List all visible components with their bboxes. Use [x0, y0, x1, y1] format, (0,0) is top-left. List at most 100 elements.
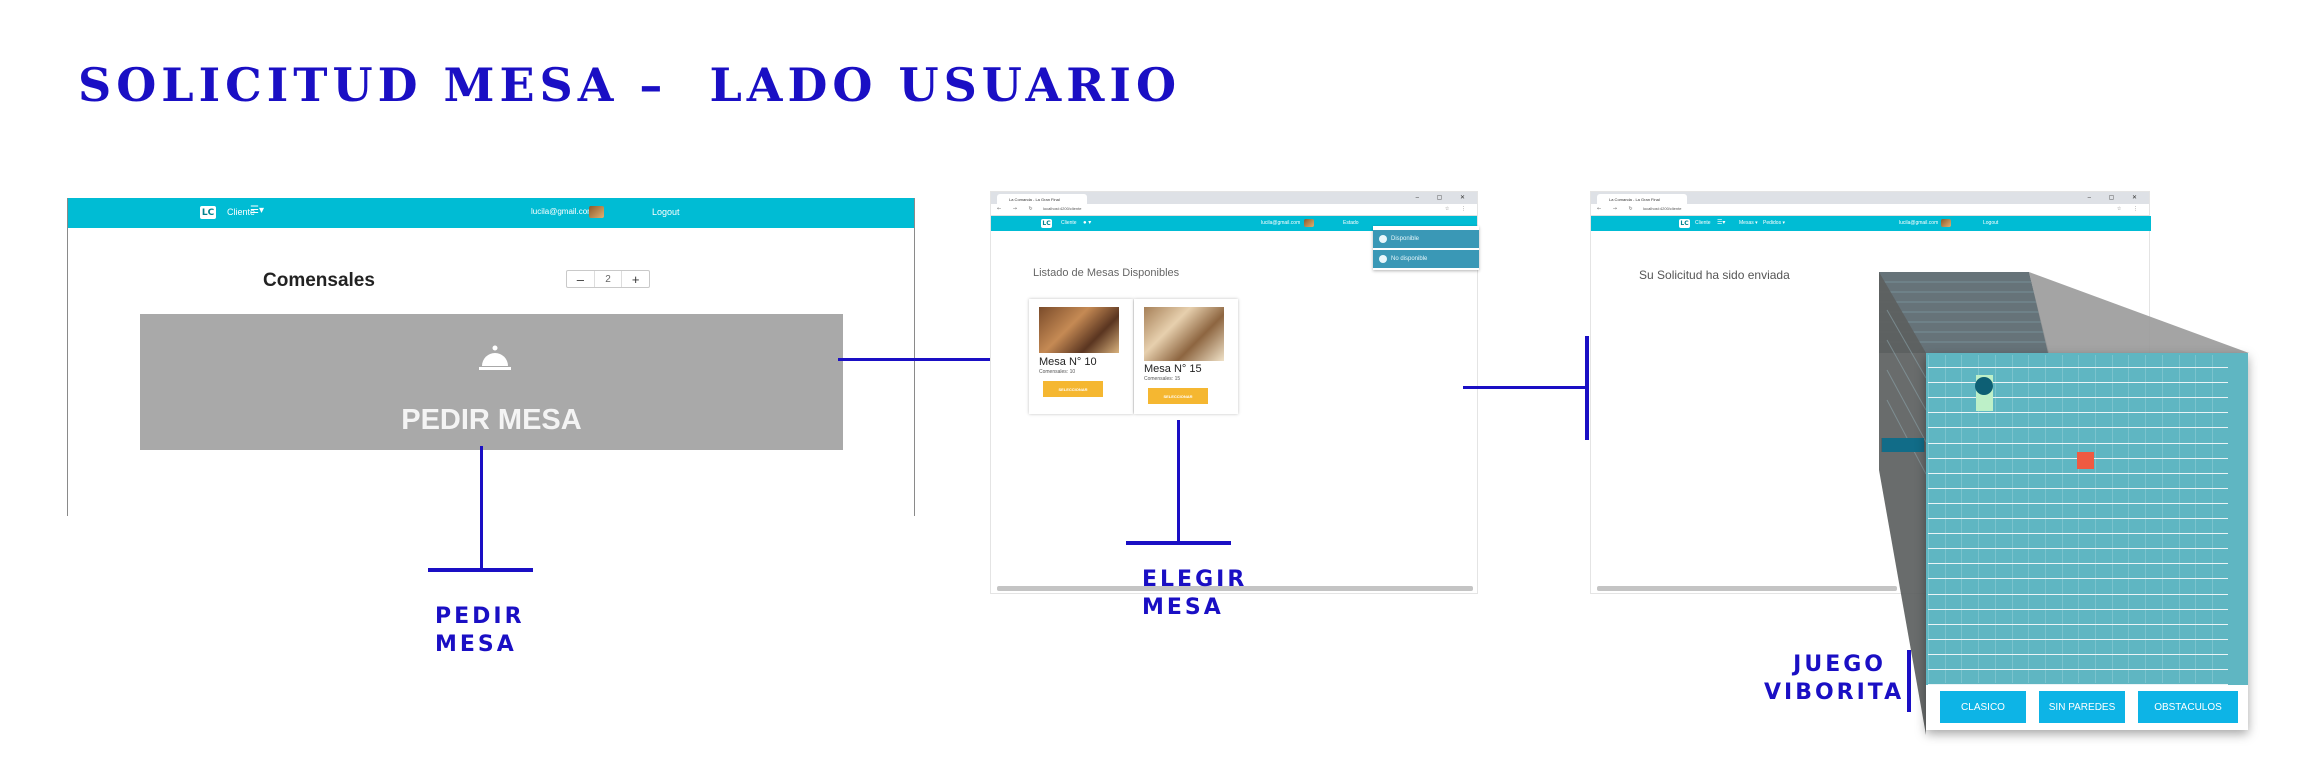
caption-juego-viborita: JUEGO VIBORITA [1764, 651, 1901, 707]
grid-line [2161, 355, 2163, 683]
caption-line-2: MESA [435, 632, 517, 657]
caption-line [1177, 420, 1180, 544]
caption-line [480, 446, 483, 570]
browser-tab[interactable]: La Comanda - La Gran Final [997, 194, 1087, 204]
grid-line [1928, 487, 2228, 489]
grid-line [1928, 355, 1929, 683]
grid-line [1928, 427, 2228, 429]
list-dropdown-icon[interactable]: ☰▾ [1717, 219, 1725, 226]
grid-line [1928, 638, 2228, 640]
comensales-stepper[interactable]: – 2 + [566, 270, 650, 288]
info-icon [1379, 235, 1387, 243]
increment-button[interactable]: + [622, 271, 649, 287]
browser-tab[interactable]: La Comanda - La Gran Final [1597, 194, 1687, 204]
address-row: ← → ↻ localhost:4200/cliente ☆ ⋮ [991, 204, 1477, 216]
grid-line [1928, 684, 2228, 686]
grid-line [1928, 533, 2228, 535]
window-controls[interactable]: – ▢ ✕ [2088, 194, 2145, 201]
grid-line [1928, 669, 2228, 670]
dropdown-item-label: No disponible [1391, 256, 1428, 262]
sin-paredes-button[interactable]: SIN PAREDES [2039, 691, 2125, 723]
window-controls[interactable]: – ▢ ✕ [1416, 194, 1473, 201]
user-email: lucila@gmail.com [1899, 220, 1939, 226]
caption-line-1: JUEGO [1793, 652, 1886, 677]
grid-line [2195, 355, 2197, 683]
decrement-button[interactable]: – [567, 271, 594, 287]
tab-strip: La Comanda - La Gran Final – ▢ ✕ [1591, 192, 2149, 204]
extensions-icon[interactable]: ☆ ⋮ [2117, 206, 2143, 212]
connector-bar [1585, 336, 1589, 440]
nav-estado[interactable]: Estado [1343, 220, 1359, 226]
avatar[interactable] [1304, 219, 1314, 227]
caption-bar [1126, 541, 1231, 545]
horizontal-scrollbar[interactable] [1597, 586, 1897, 591]
comensales-label: Comensales [263, 270, 375, 291]
logout-link[interactable]: Logout [652, 207, 680, 217]
nav-role[interactable]: Cliente [1061, 220, 1077, 226]
obstaculos-button[interactable]: OBSTACULOS [2138, 691, 2238, 723]
address-row: ← → ↻ localhost:4200/cliente ☆ ⋮ [1591, 204, 2149, 216]
game-board[interactable] [1926, 353, 2248, 686]
grid-line [2211, 355, 2213, 683]
solicitud-enviada-message: Su Solicitud ha sido enviada [1639, 268, 1790, 282]
grid-line [2011, 355, 2013, 683]
avatar[interactable] [589, 206, 604, 218]
grid-line [1928, 518, 2228, 519]
grid-line [2095, 355, 2096, 683]
caption-line-2: MESA [1142, 595, 1224, 620]
nav-arrows-icon[interactable]: ← → ↻ [1597, 206, 1638, 212]
grid-line [1928, 548, 2228, 550]
caption-line-1: ELEGIR [1142, 567, 1248, 592]
seleccionar-button[interactable]: SELECCIONAR [1043, 381, 1103, 397]
grid-line [2111, 355, 2113, 683]
nav-pedidos[interactable]: Pedidos ▾ [1763, 220, 1785, 226]
pedir-mesa-label: PEDIR MESA [401, 404, 582, 436]
comensales-value[interactable]: 2 [593, 271, 623, 287]
grid-line [1928, 563, 2228, 565]
grid-line [1928, 593, 2228, 595]
dropdown-item[interactable]: No disponible [1373, 250, 1479, 268]
grid-line [2145, 355, 2147, 683]
logout-link[interactable]: Logout [1983, 220, 1998, 226]
mesa-photo [1144, 307, 1224, 361]
connector-line [1463, 386, 1587, 389]
user-email: lucila@gmail.com [531, 207, 594, 216]
grid-line [1928, 623, 2228, 625]
grid-line [1928, 382, 2228, 384]
clasico-button[interactable]: CLASICO [1940, 691, 2026, 723]
address-bar[interactable]: localhost:4200/cliente [1639, 206, 1974, 214]
grid-line [2078, 355, 2080, 683]
grid-line [2028, 355, 2030, 683]
app-logo[interactable]: LC [1041, 219, 1052, 228]
caption-line-1: PEDIR [435, 604, 525, 629]
dropdown-item-label: Disponible [1391, 236, 1420, 242]
tab-strip: La Comanda - La Gran Final – ▢ ✕ [991, 192, 1477, 204]
mesa-comensales: Comensales: 10 [1039, 369, 1076, 375]
extensions-icon[interactable]: ☆ ⋮ [1445, 206, 1471, 212]
nav-role[interactable]: Cliente [1695, 220, 1711, 226]
dropdown-item[interactable]: Disponible [1373, 230, 1479, 248]
grid-line [2061, 355, 2063, 683]
avatar[interactable] [1941, 219, 1951, 227]
grid-line [1961, 355, 1963, 683]
navbar: LC Cliente ☰▾ lucila@gmail.com Logout [68, 198, 914, 228]
chat-dropdown-icon[interactable]: ● ▾ [1083, 219, 1091, 226]
seleccionar-button[interactable]: SELECCIONAR [1148, 388, 1208, 404]
pedir-mesa-button[interactable]: PEDIR MESA [140, 314, 843, 450]
grid-line [1928, 397, 2228, 399]
grid-line [1928, 367, 2228, 368]
nav-mesas[interactable]: Mesas ▾ [1739, 220, 1758, 226]
app-logo[interactable]: LC [200, 206, 216, 219]
app-logo[interactable]: LC [1679, 219, 1690, 228]
grid-line [1928, 442, 2228, 444]
caption-bar [1907, 650, 1911, 712]
snake-head [1975, 377, 1993, 395]
address-bar[interactable]: localhost:4200/cliente [1039, 206, 1331, 214]
list-dropdown-icon[interactable]: ☰▾ [250, 205, 264, 216]
service-bell-icon [479, 345, 511, 370]
snake-game: CLASICO SIN PAREDES OBSTACULOS [1926, 353, 2248, 730]
grid-line [1944, 355, 1946, 683]
nav-arrows-icon[interactable]: ← → ↻ [997, 206, 1038, 212]
grid-line [1928, 608, 2228, 610]
navbar: LC Cliente ☰▾ Mesas ▾ Pedidos ▾ lucila@g… [1591, 216, 2151, 231]
